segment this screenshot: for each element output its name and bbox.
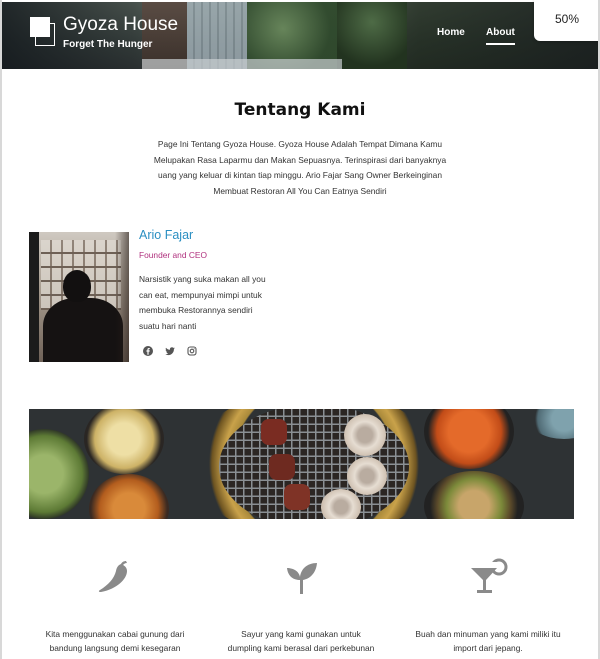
profile-bio-line: membuka Restorannya sendiri: [139, 305, 253, 315]
profile-bio-line: can eat, mempunyai mimpi untuk: [139, 289, 262, 300]
profile-role: Founder and CEO: [139, 250, 207, 260]
site-header: Gyoza House Forget The Hunger Home About: [2, 2, 598, 69]
feature-description: Kita menggunakan cabai gunung dari bandu…: [35, 627, 195, 655]
feature-line: dumpling kami berasal dari perkebunan: [227, 643, 375, 653]
feature-line: Buah dan minuman yang kami miliki itu: [415, 629, 561, 639]
header-background-tree: [337, 2, 407, 69]
profile-bio-line: Narsistik yang suka makan all you: [139, 274, 266, 284]
facebook-icon[interactable]: [143, 346, 153, 356]
cocktail-icon: [471, 558, 508, 593]
profile-name: Ario Fajar: [139, 228, 194, 242]
nav-home-link[interactable]: Home: [437, 27, 465, 38]
profile-bio: Narsistik yang suka makan all you can ea…: [139, 272, 284, 334]
feature-description: Sayur yang kami gunakan untuk dumpling k…: [221, 627, 381, 655]
about-intro-line: Melupakan Rasa Laparmu dan Makan Sepuasn…: [153, 154, 447, 165]
feature-line: import dari jepang.: [453, 643, 523, 653]
profile-bio-line: suatu hari nanti: [139, 320, 197, 331]
brand-name[interactable]: Gyoza House: [63, 14, 178, 36]
logo-icon[interactable]: [30, 17, 56, 47]
about-intro-line: Membuat Restoran All You Can Eatnya Send…: [213, 185, 387, 196]
brand-tagline: Forget The Hunger: [63, 39, 153, 50]
page-title: Tentang Kami: [234, 100, 366, 120]
feature-description: Buah dan minuman yang kami miliki itu im…: [408, 627, 568, 655]
nav-about-link[interactable]: About: [486, 27, 515, 45]
feature-line: bandung langsung demi kesegaran: [49, 643, 181, 653]
about-intro: Page Ini Tentang Gyoza House. Gyoza Hous…: [140, 137, 460, 199]
social-links: [143, 346, 197, 356]
header-background-street: [142, 59, 342, 69]
feature-line: Kita menggunakan cabai gunung dari: [45, 629, 185, 639]
twitter-icon[interactable]: [165, 346, 175, 356]
feature-line: Sayur yang kami gunakan untuk: [241, 629, 361, 639]
chili-pepper-icon: [98, 561, 127, 593]
sprout-icon: [287, 563, 317, 594]
zoom-level-indicator[interactable]: 50%: [534, 0, 600, 41]
food-banner-image: [29, 409, 574, 519]
about-intro-line: uang yang keluar di kintan tiap minggu. …: [158, 170, 442, 180]
about-intro-line: Page Ini Tentang Gyoza House. Gyoza Hous…: [157, 139, 443, 149]
profile-photo: [29, 232, 129, 362]
instagram-icon[interactable]: [187, 346, 197, 356]
